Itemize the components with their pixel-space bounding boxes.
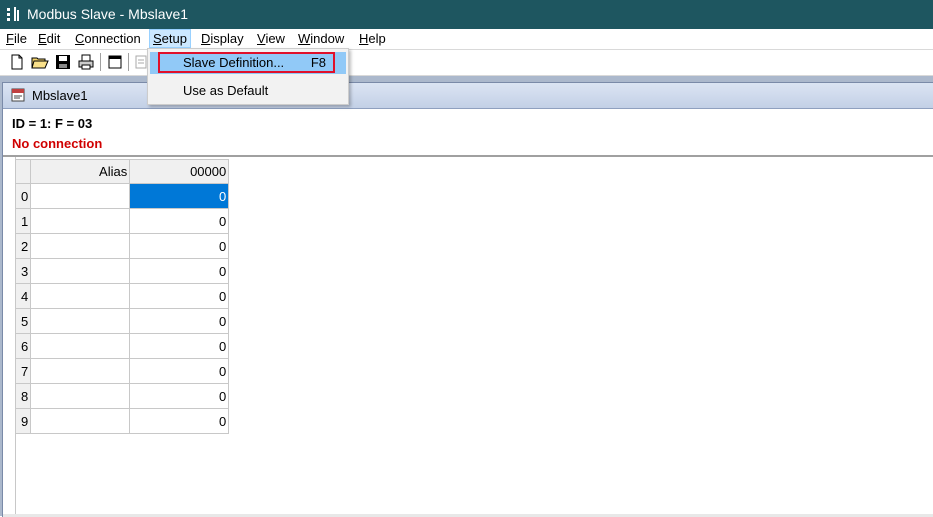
toolbar-separator: [128, 53, 129, 71]
row-header[interactable]: 9: [14, 408, 32, 434]
menu-window[interactable]: Window: [295, 29, 347, 48]
table-header-row: Alias 00000: [14, 159, 230, 184]
row-header[interactable]: 5: [14, 308, 32, 334]
column-header-alias[interactable]: Alias: [30, 159, 131, 184]
table-row: 70: [14, 358, 230, 384]
table-row: 10: [14, 208, 230, 234]
connection-status: No connection: [12, 136, 103, 151]
child-title-bar[interactable]: Mbslave1: [3, 83, 933, 109]
row-header[interactable]: 1: [14, 208, 32, 234]
column-header-address[interactable]: 00000: [129, 159, 230, 184]
alias-cell[interactable]: [30, 233, 131, 259]
alias-cell[interactable]: [30, 283, 131, 309]
row-header[interactable]: 8: [14, 383, 32, 409]
row-header[interactable]: 2: [14, 233, 32, 259]
toolbar: [0, 49, 933, 76]
table-row: 00: [14, 183, 230, 209]
row-header[interactable]: 0: [14, 183, 32, 209]
row-header[interactable]: 4: [14, 283, 32, 309]
mdi-area: Mbslave1 ID = 1: F = 03 No connection Al…: [0, 76, 933, 517]
alias-cell[interactable]: [30, 308, 131, 334]
register-value-cell[interactable]: 0: [129, 333, 230, 359]
register-value-cell[interactable]: 0: [129, 283, 230, 309]
alias-cell[interactable]: [30, 258, 131, 284]
table-row: 20: [14, 233, 230, 259]
register-value-cell[interactable]: 0: [129, 408, 230, 434]
table-row: 30: [14, 258, 230, 284]
table-row: 60: [14, 333, 230, 359]
slave-id-function-label: ID = 1: F = 03: [12, 116, 93, 131]
register-value-cell[interactable]: 0: [129, 308, 230, 334]
app-icon: [6, 7, 20, 21]
menu-view[interactable]: View: [254, 29, 288, 48]
menu-item-slave-definition[interactable]: Slave Definition... F8: [150, 52, 346, 74]
register-value-cell[interactable]: 0: [129, 233, 230, 259]
table-row: 80: [14, 383, 230, 409]
menu-edit[interactable]: Edit: [35, 29, 63, 48]
menu-item-use-as-default[interactable]: Use as Default: [150, 80, 346, 102]
window-icon[interactable]: [106, 53, 124, 71]
menu-display[interactable]: Display: [198, 29, 247, 48]
document-icon: [11, 88, 25, 102]
child-window-title: Mbslave1: [32, 88, 88, 103]
alias-cell[interactable]: [30, 408, 131, 434]
open-folder-icon[interactable]: [31, 53, 49, 71]
menu-connection[interactable]: Connection: [72, 29, 144, 48]
alias-cell[interactable]: [30, 183, 131, 209]
setup-dropdown-menu: Slave Definition... F8 Use as Default: [147, 48, 349, 105]
alias-cell[interactable]: [30, 208, 131, 234]
print-icon[interactable]: [77, 53, 95, 71]
table-row: 90: [14, 408, 230, 434]
menu-file[interactable]: File: [3, 29, 30, 48]
toolbar-separator: [100, 53, 101, 71]
row-header[interactable]: 7: [14, 358, 32, 384]
row-header[interactable]: 6: [14, 333, 32, 359]
register-value-cell[interactable]: 0: [129, 208, 230, 234]
row-header[interactable]: 3: [14, 258, 32, 284]
register-table: Alias 00000 00102030405060708090: [14, 159, 230, 434]
register-value-cell[interactable]: 0: [129, 383, 230, 409]
register-value-cell[interactable]: 0: [129, 183, 230, 209]
alias-cell[interactable]: [30, 383, 131, 409]
info-divider: [3, 155, 933, 157]
table-row: 50: [14, 308, 230, 334]
table-corner: [14, 159, 32, 184]
save-icon[interactable]: [54, 53, 72, 71]
menu-help[interactable]: Help: [356, 29, 389, 48]
register-value-cell[interactable]: 0: [129, 258, 230, 284]
title-bar[interactable]: Modbus Slave - Mbslave1: [0, 0, 933, 29]
child-window[interactable]: Mbslave1 ID = 1: F = 03 No connection Al…: [2, 82, 933, 517]
new-file-icon[interactable]: [8, 53, 26, 71]
register-value-cell[interactable]: 0: [129, 358, 230, 384]
window-title: Modbus Slave - Mbslave1: [27, 6, 189, 22]
alias-cell[interactable]: [30, 333, 131, 359]
menu-bar: File Edit Connection Setup Display View …: [0, 29, 933, 49]
alias-cell[interactable]: [30, 358, 131, 384]
table-row: 40: [14, 283, 230, 309]
menu-setup[interactable]: Setup: [149, 29, 191, 48]
